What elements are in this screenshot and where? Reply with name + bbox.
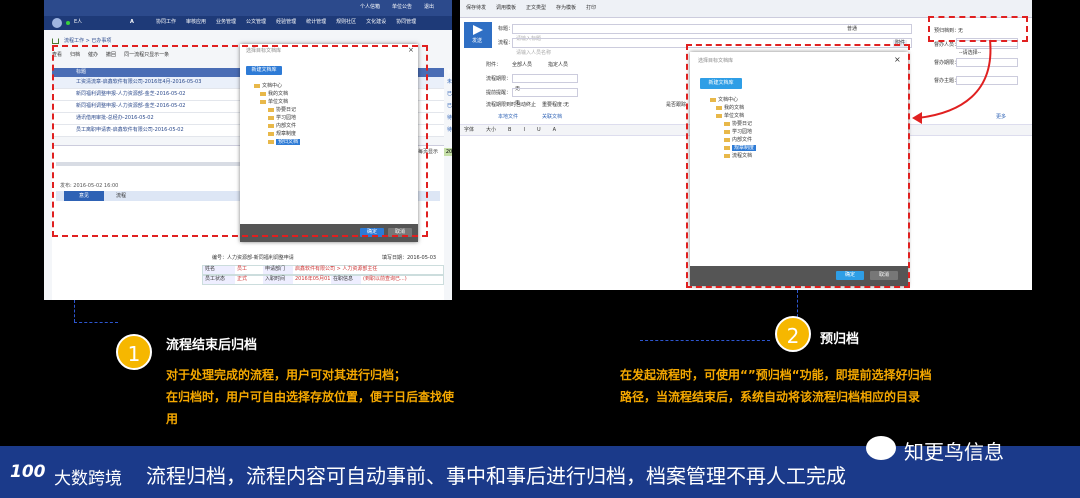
editor-tool-5[interactable]: A xyxy=(553,127,556,135)
deadline-select[interactable]: 无 xyxy=(512,74,578,92)
form-cell: 员工状态 xyxy=(203,276,235,284)
step-desc-1: 对于处理完成的流程，用户可对其进行归档； 在归档时，用户可自由选择存放位置，便于… xyxy=(166,364,454,430)
flow-placeholder: 请输入人员名称 xyxy=(516,50,552,56)
home-icon xyxy=(52,38,59,44)
form-cell: 2016年05月01日 xyxy=(295,276,336,282)
step-desc-line: 在发起流程时，可使用“”预归档“功能，即提前选择好归档 xyxy=(620,368,932,382)
radio-all[interactable]: 全部人员 xyxy=(512,62,532,69)
step-badge-1: 1 xyxy=(116,334,152,370)
row-status: 已办 xyxy=(447,91,452,97)
row-status: 待批复 xyxy=(447,115,452,121)
send-icon xyxy=(473,25,483,35)
form-cell: 入职时间 xyxy=(263,276,293,284)
table-header-status: 状态 xyxy=(447,69,452,75)
editor-tool-2[interactable]: B xyxy=(508,127,511,135)
form-cell: 正式 xyxy=(237,276,248,282)
red-arrow xyxy=(912,39,992,124)
slide-canvas: { "left_app": { "topbar_links": ["个人信箱",… xyxy=(0,0,1080,498)
nav-item-2[interactable]: 业务管理 xyxy=(216,19,236,26)
remind-select[interactable]: 无 xyxy=(512,88,578,106)
form-row-0: 姓名 员工 申请部门 启鑫软件有限公司 > 人力资源部主任 xyxy=(202,265,444,275)
form-date: 填写日期：2016-05-03 xyxy=(382,255,437,261)
nav-item-5[interactable]: 统计管理 xyxy=(306,19,326,26)
radio-some[interactable]: 指定人员 xyxy=(548,62,568,69)
left-navbar: E人 A 协同工作 审核应用 业务管理 公文管理 经验管理 统计管理 规则社区 文化建设 协同管… xyxy=(44,16,452,30)
connector-right-h xyxy=(640,340,770,341)
avatar xyxy=(52,18,62,28)
form-cell: 在职信息 xyxy=(331,276,361,284)
connector-left-v xyxy=(74,300,75,322)
step-desc-line: 对于处理完成的流程，用户可对其进行归档； xyxy=(166,368,407,382)
nav-item-3[interactable]: 公文管理 xyxy=(246,19,266,26)
form-cell: 姓名 xyxy=(203,266,235,274)
flow-label: 流程： xyxy=(498,40,514,46)
form-cell: 启鑫软件有限公司 > 人力资源部主任 xyxy=(295,266,378,272)
nav-item-1[interactable]: 审核应用 xyxy=(186,19,206,26)
right-toolbar-item-4[interactable]: 打印 xyxy=(586,5,596,17)
logo-mark: 100 xyxy=(10,462,46,482)
summary-text: 流程归档，流程内容可自动事前、事中和事后进行归档，档案管理不再人工完成 xyxy=(146,464,846,488)
wechat-name: 知更鸟信息 xyxy=(904,440,1004,464)
editor-tool-0[interactable]: 字体 xyxy=(464,127,474,135)
title-label: 标题： xyxy=(498,26,514,32)
nav-item-6[interactable]: 规则社区 xyxy=(336,19,356,26)
remind-label: 提前提醒： xyxy=(486,90,512,96)
right-toolbar-item-2[interactable]: 正文类型 xyxy=(526,5,546,17)
form-cell: (到职以前查询已...) xyxy=(363,276,407,282)
form-cell: 员工 xyxy=(237,266,248,272)
send-label: 发送 xyxy=(472,38,483,44)
attach-label: 附件： xyxy=(486,62,502,68)
highlight-box-left xyxy=(52,45,428,237)
breadcrumb-text: 流程工作 > 已办事项 xyxy=(64,38,112,44)
pagination-size[interactable]: 20 xyxy=(444,148,452,156)
form-row-1: 员工状态 正式 入职时间 2016年05月01日 在职信息 (到职以前查询已..… xyxy=(202,275,444,285)
highlight-box-right xyxy=(686,44,910,288)
auto-terminate-checkbox[interactable]: 流程期限到时自动终止 xyxy=(486,102,536,109)
topbar-link-2[interactable]: 退出 xyxy=(424,4,434,11)
urgency-select[interactable]: 普通 xyxy=(847,26,857,33)
row-status: 未办 xyxy=(447,79,452,85)
topbar-link-0[interactable]: 个人信箱 xyxy=(360,4,380,11)
upload-local[interactable]: 本地文件 xyxy=(498,114,518,121)
nav-item-4[interactable]: 经验管理 xyxy=(276,19,296,26)
row-status: 已办 xyxy=(447,103,452,109)
step-title-1: 流程结束后归档 xyxy=(166,338,258,353)
bottom-bar: 100 大数跨境 流程归档，流程内容可自动事前、事中和事后进行归档，档案管理不再… xyxy=(0,436,1080,498)
title-input[interactable]: 请输入标题 普通 xyxy=(512,24,912,42)
nav-item-8[interactable]: 协同管理 xyxy=(396,19,416,26)
right-toolbar-item-0[interactable]: 保存待发 xyxy=(466,5,486,17)
logo-text: 大数跨境 xyxy=(54,469,122,489)
editor-tool-1[interactable]: 大小 xyxy=(486,127,496,135)
row-status: 待批复 xyxy=(447,127,452,133)
step-desc-line: 在归档时，用户可自由选择存放位置，便于日后查找使 xyxy=(166,390,455,404)
right-toolbar-item-3[interactable]: 存为模板 xyxy=(556,5,576,17)
form-header: 编号：人力资源部-新同福利调整申请 xyxy=(212,255,294,261)
send-button[interactable]: 发送 xyxy=(464,22,492,48)
connector-left-h xyxy=(74,322,118,323)
deadline-label: 流程期限： xyxy=(486,76,512,82)
form-cell: 申请部门 xyxy=(263,266,293,274)
nav-item-7[interactable]: 文化建设 xyxy=(366,19,386,26)
wechat-icon xyxy=(866,436,896,460)
step-desc-line: 路径，当流程结束后，系统自动将该流程归档相应的目录 xyxy=(620,390,921,404)
step-desc-2: 在发起流程时，可使用“”预归档“功能，即提前选择好归档 路径，当流程结束后，系统… xyxy=(620,364,932,408)
editor-tool-3[interactable]: I xyxy=(523,127,524,135)
nav-items: 协同工作 审核应用 业务管理 公文管理 经验管理 统计管理 规则社区 文化建设 协同管理 xyxy=(156,19,416,26)
topbar-link-1[interactable]: 单位公告 xyxy=(392,4,412,11)
user-name: E人 xyxy=(74,19,83,25)
importance-value[interactable]: 无 xyxy=(564,102,569,109)
nav-item-0[interactable]: 协同工作 xyxy=(156,19,176,26)
track-label: 是否跟踪 xyxy=(666,102,687,108)
right-toolbar-item-1[interactable]: 调用模板 xyxy=(496,5,516,17)
left-topbar: 个人信箱 单位公告 退出 xyxy=(44,0,452,16)
nav-logo-icon: A xyxy=(130,19,134,25)
editor-tool-4[interactable]: U xyxy=(537,127,541,135)
upload-related[interactable]: 关联文档 xyxy=(542,114,562,121)
step-badge-2: 2 xyxy=(775,316,811,352)
step-title-2: 预归档 xyxy=(820,332,860,347)
step-desc-line: 用 xyxy=(166,412,179,426)
online-dot xyxy=(66,21,70,25)
